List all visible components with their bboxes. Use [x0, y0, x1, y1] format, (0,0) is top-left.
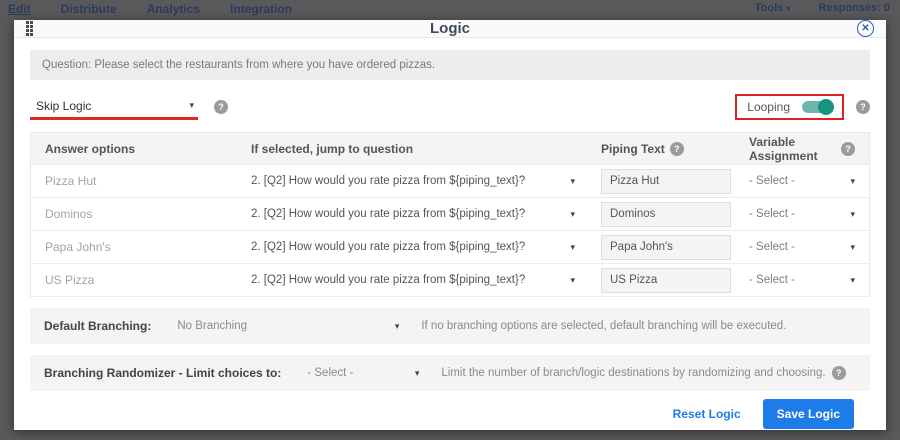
- table-row: Pizza Hut 2. [Q2] How would you rate piz…: [31, 165, 869, 198]
- variable-assignment-select[interactable]: - Select - ▾: [749, 175, 869, 187]
- header-variable-assignment: Variable Assignment ?: [749, 135, 855, 163]
- answer-option-label: Papa John's: [45, 240, 251, 254]
- chevron-down-icon: ▾: [570, 242, 575, 253]
- responses-count[interactable]: Responses: 0: [818, 2, 890, 14]
- question-label: Question: Please select the restaurants …: [42, 59, 435, 71]
- menu-item-analytics[interactable]: Analytics: [147, 2, 200, 18]
- looping-toggle[interactable]: [802, 101, 832, 113]
- answer-option-label: US Pizza: [45, 273, 251, 287]
- chevron-down-icon: ▾: [570, 209, 575, 220]
- menu-item-distribute[interactable]: Distribute: [61, 2, 117, 18]
- top-menu: Edit Distribute Analytics Integration: [8, 2, 292, 18]
- logic-type-value: Skip Logic: [36, 99, 91, 113]
- top-navigation-bar: Edit Distribute Analytics Integration To…: [0, 0, 900, 20]
- default-branching-select[interactable]: No Branching ▾: [177, 320, 399, 332]
- chevron-down-icon: ▾: [570, 176, 575, 187]
- modal-body: Question: Please select the restaurants …: [14, 38, 886, 440]
- default-branching-value: No Branching: [177, 320, 247, 332]
- header-answer-options: Answer options: [45, 142, 251, 156]
- randomizer-description: Limit the number of branch/logic destina…: [441, 367, 825, 379]
- looping-highlight-box: Looping: [735, 94, 844, 120]
- table-row: Papa John's 2. [Q2] How would you rate p…: [31, 231, 869, 264]
- chevron-down-icon: ▾: [786, 4, 790, 13]
- header-jump-to-question: If selected, jump to question: [251, 142, 413, 156]
- looping-section: Looping ?: [735, 94, 870, 120]
- header-piping-text: Piping Text: [601, 142, 665, 156]
- piping-text-input[interactable]: [601, 235, 731, 260]
- variable-assignment-select[interactable]: - Select - ▾: [749, 274, 869, 286]
- help-icon[interactable]: ?: [670, 142, 684, 156]
- help-icon[interactable]: ?: [856, 100, 870, 114]
- drag-handle-icon[interactable]: [26, 21, 33, 36]
- variable-assignment-value: - Select -: [749, 241, 795, 253]
- branching-table: Answer options If selected, jump to ques…: [30, 132, 870, 297]
- modal-title: Logic: [14, 20, 886, 37]
- looping-label: Looping: [747, 100, 790, 114]
- help-icon[interactable]: ?: [841, 142, 855, 156]
- modal-header: Logic ✕: [14, 20, 886, 38]
- branching-randomizer-bar: Branching Randomizer - Limit choices to:…: [30, 355, 870, 391]
- jump-question-value: 2. [Q2] How would you rate pizza from ${…: [251, 274, 525, 286]
- chevron-down-icon: ▾: [850, 176, 855, 187]
- chevron-down-icon: ▾: [395, 321, 400, 332]
- variable-assignment-select[interactable]: - Select - ▾: [749, 208, 869, 220]
- randomizer-limit-value: - Select -: [307, 367, 353, 379]
- save-logic-button[interactable]: Save Logic: [763, 399, 854, 429]
- table-row: US Pizza 2. [Q2] How would you rate pizz…: [31, 264, 869, 297]
- default-branching-label: Default Branching:: [44, 319, 151, 333]
- close-icon[interactable]: ✕: [857, 20, 874, 37]
- jump-question-value: 2. [Q2] How would you rate pizza from ${…: [251, 241, 525, 253]
- jump-question-select[interactable]: 2. [Q2] How would you rate pizza from ${…: [251, 175, 601, 187]
- logic-type-select-wrap: Skip Logic ▾: [30, 97, 198, 118]
- logic-type-select[interactable]: Skip Logic ▾: [30, 97, 198, 118]
- modal-footer: Reset Logic Save Logic: [30, 391, 870, 440]
- table-row: Dominos 2. [Q2] How would you rate pizza…: [31, 198, 869, 231]
- logic-type-row: Skip Logic ▾ ? Looping ?: [30, 94, 870, 120]
- answer-option-label: Pizza Hut: [45, 174, 251, 188]
- logic-modal: Logic ✕ Question: Please select the rest…: [14, 20, 886, 430]
- branching-randomizer-label: Branching Randomizer - Limit choices to:: [44, 366, 281, 380]
- menu-item-edit[interactable]: Edit: [8, 2, 31, 18]
- chevron-down-icon: ▾: [850, 275, 855, 286]
- piping-text-input[interactable]: [601, 169, 731, 194]
- randomizer-limit-select[interactable]: - Select - ▾: [307, 367, 419, 379]
- chevron-down-icon: ▾: [570, 275, 575, 286]
- chevron-down-icon: ▾: [850, 209, 855, 220]
- help-icon[interactable]: ?: [832, 366, 846, 380]
- tools-dropdown[interactable]: Tools ▾: [755, 2, 791, 14]
- jump-question-value: 2. [Q2] How would you rate pizza from ${…: [251, 175, 525, 187]
- answer-option-label: Dominos: [45, 207, 251, 221]
- help-icon[interactable]: ?: [214, 100, 228, 114]
- variable-assignment-select[interactable]: - Select - ▾: [749, 241, 869, 253]
- default-branching-bar: Default Branching: No Branching ▾ If no …: [30, 308, 870, 344]
- chevron-down-icon: ▾: [850, 242, 855, 253]
- variable-assignment-value: - Select -: [749, 208, 795, 220]
- jump-question-select[interactable]: 2. [Q2] How would you rate pizza from ${…: [251, 208, 601, 220]
- reset-logic-link[interactable]: Reset Logic: [673, 407, 741, 421]
- default-branching-description: If no branching options are selected, de…: [421, 320, 786, 332]
- jump-question-select[interactable]: 2. [Q2] How would you rate pizza from ${…: [251, 274, 601, 286]
- jump-question-select[interactable]: 2. [Q2] How would you rate pizza from ${…: [251, 241, 601, 253]
- variable-assignment-value: - Select -: [749, 274, 795, 286]
- red-underline-highlight: [30, 117, 198, 120]
- variable-assignment-value: - Select -: [749, 175, 795, 187]
- question-bar: Question: Please select the restaurants …: [30, 50, 870, 80]
- piping-text-input[interactable]: [601, 202, 731, 227]
- jump-question-value: 2. [Q2] How would you rate pizza from ${…: [251, 208, 525, 220]
- toggle-knob: [818, 99, 834, 115]
- chevron-down-icon: ▾: [415, 368, 420, 379]
- piping-text-input[interactable]: [601, 268, 731, 293]
- variable-assignment-label: Variable Assignment: [749, 135, 836, 163]
- chevron-down-icon: ▾: [189, 100, 194, 111]
- menu-item-integration[interactable]: Integration: [230, 2, 292, 18]
- tools-label: Tools: [755, 2, 784, 14]
- table-header-row: Answer options If selected, jump to ques…: [31, 133, 869, 165]
